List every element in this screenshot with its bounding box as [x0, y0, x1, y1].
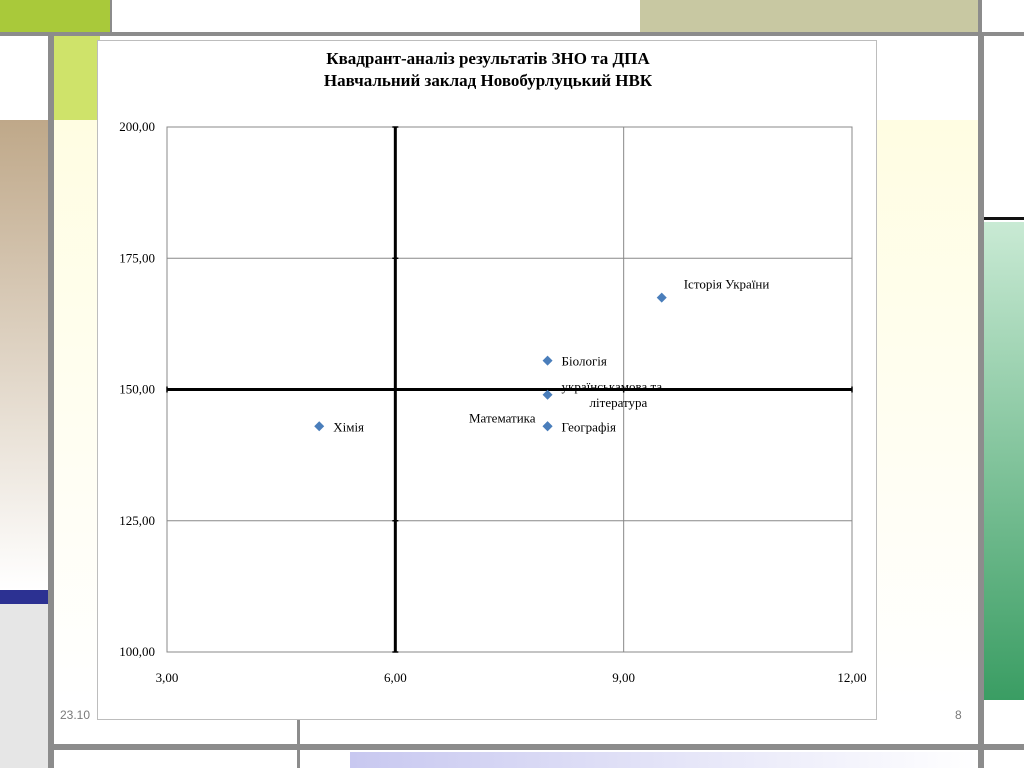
bottom-vertical-line: [297, 720, 300, 768]
y-tick-label: 125,00: [119, 513, 155, 528]
slide-date: 23.10: [60, 708, 91, 722]
right-upper-white: [984, 36, 1024, 220]
data-point-label: Біологія: [562, 354, 607, 369]
data-point-label: Хімія: [333, 419, 364, 434]
top-olive-block: [640, 0, 978, 32]
bottom-divider-line: [54, 744, 1024, 750]
y-tick-label: 150,00: [119, 382, 155, 397]
data-point-label: українськамова та література: [562, 379, 663, 410]
x-tick-label: 12,00: [837, 670, 866, 685]
data-point-label: Географія: [562, 419, 616, 434]
top-vertical-line-left: [110, 0, 112, 36]
left-navy-stripe: [0, 590, 48, 604]
left-bottom-gray: [0, 604, 48, 768]
top-divider-line: [0, 32, 1024, 36]
lime-square: [54, 36, 100, 120]
chart-title-line2: Навчальний заклад Новобурлуцький НВК: [324, 71, 653, 90]
slide-page-number: 8: [955, 708, 962, 722]
x-tick-label: 6,00: [384, 670, 407, 685]
point-layer: Хімія Біологія українськамова та література…: [314, 277, 770, 434]
y-tick-label: 175,00: [119, 250, 155, 265]
bottom-lavender-strip: [350, 752, 978, 768]
right-green-band: [984, 222, 1024, 700]
quadrant-scatter-chart: Квадрант-аналіз результатів ЗНО та ДПА Н…: [119, 49, 866, 685]
x-tick-label: 9,00: [612, 670, 635, 685]
data-point-label: Математика: [469, 410, 536, 425]
chart-title-line1: Квадрант-аналіз результатів ЗНО та ДПА: [326, 49, 650, 68]
data-point-marker: [542, 355, 553, 366]
y-tick-label: 200,00: [119, 119, 155, 134]
top-left-lime-block: [0, 0, 110, 32]
chart-frame: Квадрант-аналіз результатів ЗНО та ДПА Н…: [97, 40, 877, 720]
data-point-marker: [656, 292, 667, 303]
data-point-marker: [542, 421, 553, 432]
top-vertical-line-right: [978, 0, 982, 36]
data-point-marker: [314, 421, 325, 432]
axis-layer: 100,00 125,00 150,00 175,00 200,00 3,00 6,00 9,…: [119, 119, 866, 685]
data-point-marker: [542, 389, 553, 400]
left-beige-band: [0, 120, 48, 590]
x-tick-label: 3,00: [156, 670, 179, 685]
data-point-label: Історія України: [684, 277, 770, 292]
y-tick-label: 100,00: [119, 644, 155, 659]
